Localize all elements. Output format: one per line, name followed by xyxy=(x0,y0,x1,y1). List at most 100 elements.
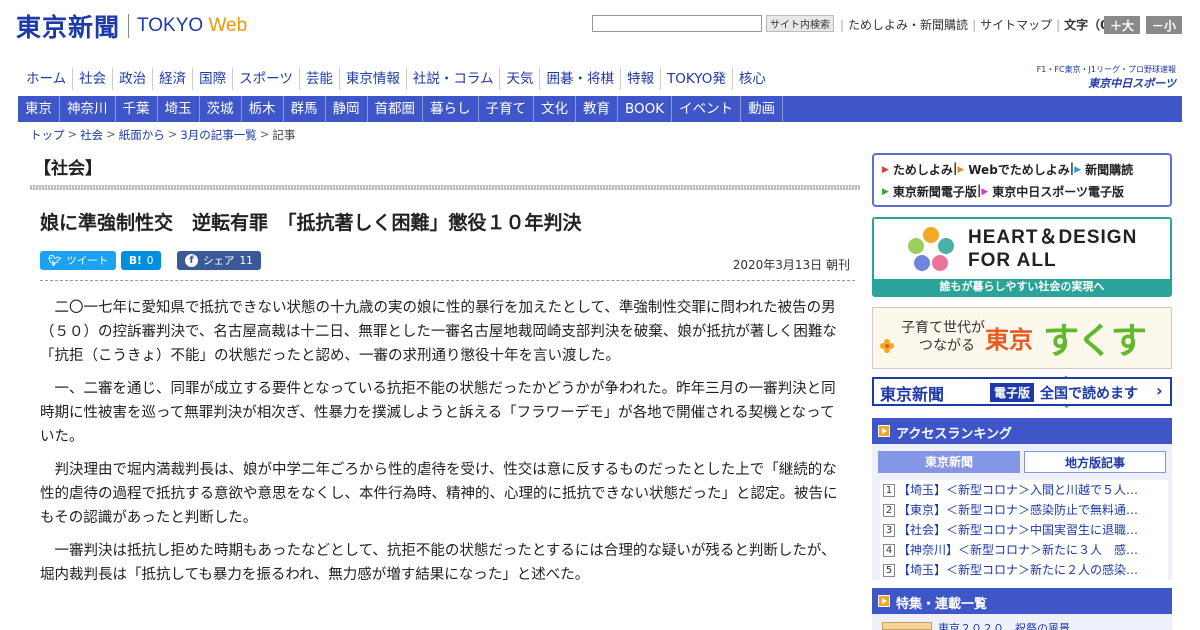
digital-edition-text: 全国で読めます xyxy=(1040,386,1138,402)
flower-icon xyxy=(880,339,894,353)
digital-edition-logo: 東京新聞 xyxy=(880,385,945,404)
ranking-item[interactable]: 1 【埼玉】＜新型コロナ＞入間と川越で５人… xyxy=(880,480,1168,500)
sitemap-link[interactable]: サイトマップ xyxy=(980,16,1052,33)
service-subscribe-link[interactable]: ▶ 新聞購読 xyxy=(1074,161,1133,178)
tweet-button[interactable]: 🐦︎ ツイート xyxy=(40,251,117,270)
features-list: 東京２０２０ 祝祭の風景 xyxy=(872,614,1172,630)
breadcrumb-print[interactable]: 紙面から xyxy=(119,127,165,143)
chunichi-sports-link[interactable]: F1・FC東京・J1リーグ・プロ野球速報 東京中日スポーツ xyxy=(1026,64,1176,91)
regional-nav-item[interactable]: BOOK xyxy=(618,96,673,122)
main-nav-tokyo-info[interactable]: 東京情報 xyxy=(338,68,406,90)
service-digital-link[interactable]: ▶ 東京新聞電子版 xyxy=(882,183,977,200)
main-nav-tokyo-hatsu[interactable]: TOKYO発 xyxy=(659,68,732,90)
article-divider xyxy=(40,280,855,281)
regional-nav-item[interactable]: 神奈川 xyxy=(60,96,116,122)
digital-edition-tag: 電子版 xyxy=(990,383,1035,402)
breadcrumb: トップ > 社会 > 紙面から > 3月の記事一覧 > 記事 xyxy=(30,127,296,143)
logo-english-web: Web xyxy=(208,15,248,36)
chunichi-logo: 東京中日スポーツ xyxy=(1088,77,1176,90)
article-paragraph: 判決理由で堀内満裁判長は、娘が中学二年ごろから性的虐待を受け、性交は意に反するも… xyxy=(40,462,838,526)
sukusuku-tokyo: 東京 xyxy=(985,326,1033,354)
ranking-list: 1 【埼玉】＜新型コロナ＞入間と川越で５人… 2 【東京】＜新型コロナ＞感染防止で無… xyxy=(880,480,1168,580)
logo-divider xyxy=(128,14,130,38)
triangle-bullet-icon: ▶ xyxy=(882,186,889,197)
sukusuku-banner[interactable]: 子育て世代が つながる 東京 すくすく xyxy=(872,307,1172,414)
logo-japanese: 東京新聞 xyxy=(16,13,121,42)
service-chunichi-digital-link[interactable]: ▶ 東京中日スポーツ電子版 xyxy=(981,183,1124,200)
logo-english: TOKYO Web xyxy=(137,15,247,37)
article-body: 二〇一七年に愛知県で抵抗できない状態の十九歳の実の娘に性的暴行を加えたとして、準… xyxy=(40,296,842,596)
regional-nav-item[interactable]: 子育て xyxy=(479,96,534,122)
main-nav-entertainment[interactable]: 芸能 xyxy=(298,68,339,90)
main-nav-international[interactable]: 国際 xyxy=(192,68,232,90)
digital-edition-banner[interactable]: 東京新聞 電子版 全国で読めます › xyxy=(872,377,1172,406)
breadcrumb-society[interactable]: 社会 xyxy=(80,127,103,143)
regional-nav-item[interactable]: 千葉 xyxy=(116,96,158,122)
main-nav-politics[interactable]: 政治 xyxy=(112,68,152,90)
site-logo[interactable]: 東京新聞 TOKYO Web xyxy=(16,8,247,44)
page: 東京新聞 TOKYO Web サイト内検索 | ためしよみ・新聞購読 | サイト… xyxy=(0,0,1200,630)
service-web-trial-link[interactable]: ▶ Webでためしよみ xyxy=(957,161,1069,178)
breadcrumb-month-list[interactable]: 3月の記事一覧 xyxy=(180,127,256,143)
features-title: 特集・連載一覧 xyxy=(896,597,988,612)
main-nav-special-report[interactable]: 特報 xyxy=(619,68,660,90)
regional-nav-item[interactable]: 動画 xyxy=(741,96,784,122)
heart-design-line2: FOR ALL xyxy=(968,250,1057,271)
main-nav-sports[interactable]: スポーツ xyxy=(232,68,299,90)
feature-item-title[interactable]: 東京２０２０ 祝祭の風景 xyxy=(938,620,1070,630)
ranking-header: アクセスランキング xyxy=(872,418,1172,444)
service-links-row: ▶ ためしよみ | ▶ Webでためしよみ | ▶ 新聞購読 xyxy=(882,161,1134,178)
service-digital-label: 東京新聞電子版 xyxy=(892,185,977,199)
ranking-item[interactable]: 5 【埼玉】＜新型コロナ＞新たに２人の感染… xyxy=(880,560,1168,580)
breadcrumb-top[interactable]: トップ xyxy=(30,127,65,143)
article-headline: 娘に準強制性交 逆転有罪 「抵抗著しく困難」懲役１０年判決 xyxy=(40,212,582,234)
regional-nav-item[interactable]: 首都圏 xyxy=(368,96,423,122)
feature-thumbnail[interactable] xyxy=(882,622,932,630)
main-nav-weather[interactable]: 天気 xyxy=(499,68,539,90)
ranking-item[interactable]: 2 【東京】＜新型コロナ＞感染防止で無料通… xyxy=(880,500,1168,520)
regional-nav-item[interactable]: イベント xyxy=(672,96,742,122)
service-trial-link[interactable]: ▶ ためしよみ xyxy=(882,161,953,178)
main-nav: ホーム 社会 政治 経済 国際 スポーツ 芸能 東京情報 社説・コラム 天気 囲… xyxy=(20,68,772,90)
hatena-icon: B! xyxy=(129,254,142,267)
regional-nav-item[interactable]: 埼玉 xyxy=(158,96,200,122)
twitter-bird-icon: 🐦︎ xyxy=(48,255,62,267)
main-nav-editorial[interactable]: 社説・コラム xyxy=(405,68,500,90)
main-nav-economy[interactable]: 経済 xyxy=(152,68,192,90)
rank-number: 1 xyxy=(883,483,895,497)
ranking-tab-local[interactable]: 地方版記事 xyxy=(1024,451,1166,473)
search-input[interactable] xyxy=(592,15,762,32)
main-nav-go-shogi[interactable]: 囲碁・将棋 xyxy=(539,68,620,90)
regional-nav-item[interactable]: 文化 xyxy=(534,96,576,122)
regional-nav: 東京 神奈川 千葉 埼玉 茨城 栃木 群馬 静岡 首都圏 暮らし 子育て 文化 … xyxy=(18,96,1182,122)
regional-nav-item[interactable]: 暮らし xyxy=(423,96,479,122)
ranking-item-title: 【神奈川】＜新型コロナ＞新たに３人 感… xyxy=(898,543,1139,557)
search-button[interactable]: サイト内検索 xyxy=(766,15,834,32)
hatena-count: 0 xyxy=(146,254,154,267)
subscribe-link[interactable]: ためしよみ・新聞購読 xyxy=(848,16,968,33)
regional-nav-item[interactable]: 栃木 xyxy=(242,96,284,122)
ranking-tab-tokyo[interactable]: 東京新聞 xyxy=(878,451,1020,473)
hatena-bookmark-button[interactable]: B! 0 xyxy=(121,251,162,270)
article-paragraph: 一審判決は抵抗し拒めた時期もあったなどとして、抗拒不能の状態だったとするには合理… xyxy=(40,543,836,583)
site-header: 東京新聞 TOKYO Web サイト内検索 | ためしよみ・新聞購読 | サイト… xyxy=(0,0,1200,60)
font-size-up-button[interactable]: ＋大 xyxy=(1104,16,1140,34)
ranking-item[interactable]: 4 【神奈川】＜新型コロナ＞新たに３人 感… xyxy=(880,540,1168,560)
font-size-down-button[interactable]: －小 xyxy=(1146,16,1182,34)
play-arrow-icon xyxy=(878,595,890,607)
regional-nav-item[interactable]: 静岡 xyxy=(326,96,368,122)
main-nav-kakushin[interactable]: 核心 xyxy=(731,68,772,90)
rank-number: 2 xyxy=(883,503,895,517)
regional-nav-item[interactable]: 群馬 xyxy=(284,96,326,122)
chunichi-tagline: F1・FC東京・J1リーグ・プロ野球速報 xyxy=(1036,65,1176,74)
facebook-share-button[interactable]: f シェア 11 xyxy=(177,251,261,270)
triangle-bullet-icon: ▶ xyxy=(1074,164,1082,175)
regional-nav-item[interactable]: 教育 xyxy=(576,96,618,122)
ranking-item[interactable]: 3 【社会】＜新型コロナ＞中国実習生に退職… xyxy=(880,520,1168,540)
regional-nav-item[interactable]: 東京 xyxy=(18,96,60,122)
service-chunichi-digital-label: 東京中日スポーツ電子版 xyxy=(992,185,1125,199)
regional-nav-item[interactable]: 茨城 xyxy=(200,96,242,122)
heart-design-banner[interactable]: HEART＆DESIGN FOR ALL 誰もが暮らしやすい社会の実現へ xyxy=(872,217,1172,297)
main-nav-home[interactable]: ホーム xyxy=(20,68,72,90)
main-nav-society[interactable]: 社会 xyxy=(72,68,112,90)
